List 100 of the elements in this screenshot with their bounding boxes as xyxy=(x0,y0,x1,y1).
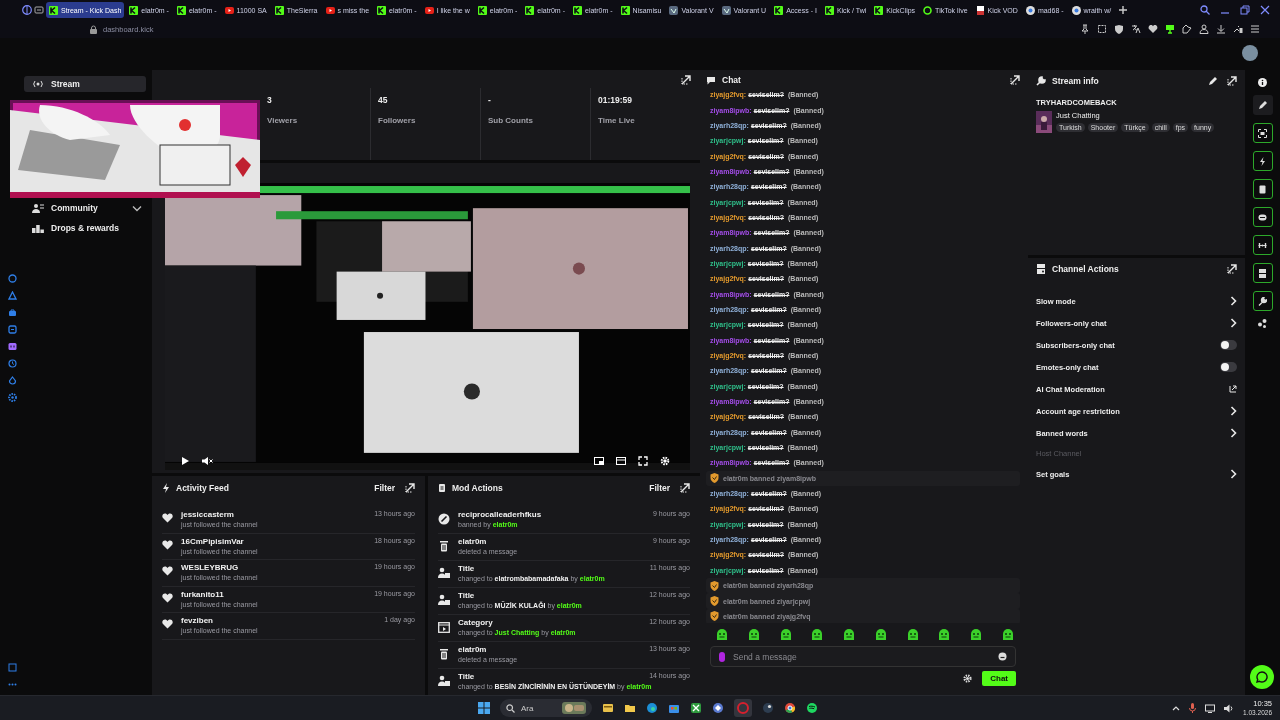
steam-icon[interactable] xyxy=(762,702,774,714)
game-icon[interactable] xyxy=(690,702,702,714)
puzzle-icon[interactable] xyxy=(1182,24,1192,34)
panel-toggle-button[interactable] xyxy=(1252,123,1273,143)
taskbar-app-button[interactable] xyxy=(734,699,752,717)
network-icon[interactable] xyxy=(1205,703,1216,713)
menu-icon[interactable] xyxy=(1250,24,1260,34)
emote-icon[interactable] xyxy=(874,629,887,641)
nav-item[interactable]: Community xyxy=(24,200,146,216)
kick-favicon-icon xyxy=(49,5,58,15)
panel-icon[interactable] xyxy=(7,663,17,672)
toggle-switch[interactable] xyxy=(1220,362,1237,372)
emote-icon[interactable] xyxy=(811,629,824,641)
filter-button[interactable]: Filter xyxy=(649,483,670,493)
mic-icon[interactable] xyxy=(719,651,725,662)
action-title: Title xyxy=(458,591,475,600)
new-tab-icon[interactable] xyxy=(1118,5,1129,15)
panel-title: Mod Actions xyxy=(452,483,503,493)
user-icon[interactable] xyxy=(1199,24,1209,34)
expand-icon[interactable] xyxy=(1227,264,1237,274)
panel-toggle-button[interactable] xyxy=(1252,291,1273,311)
store-icon[interactable] xyxy=(668,702,680,714)
close-icon[interactable] xyxy=(1260,5,1270,15)
expand-icon[interactable] xyxy=(1010,75,1020,85)
taskbar-search-field[interactable]: Ara xyxy=(500,699,592,717)
extension-icon[interactable] xyxy=(1165,24,1175,34)
bag-icon[interactable] xyxy=(7,308,17,317)
panel-toggle-button[interactable] xyxy=(1252,151,1273,171)
external-link-icon[interactable] xyxy=(1229,385,1237,393)
emote-icon[interactable] xyxy=(747,629,760,641)
music-icon[interactable] xyxy=(806,702,818,714)
chat-bubble-button[interactable] xyxy=(1250,665,1274,689)
panel-toggle-button[interactable] xyxy=(1252,179,1273,199)
filter-button[interactable]: Filter xyxy=(374,483,395,493)
user-card-icon xyxy=(438,594,450,606)
start-icon[interactable] xyxy=(478,702,490,714)
nav-item[interactable]: Drops & rewards xyxy=(24,220,146,236)
nav-item[interactable]: Stream xyxy=(24,76,146,92)
info-icon[interactable] xyxy=(1258,78,1267,87)
chat-bubble-icon xyxy=(1256,671,1268,683)
ring-icon[interactable] xyxy=(7,274,17,283)
emote-icon[interactable] xyxy=(970,629,983,641)
user-card-icon xyxy=(438,675,450,687)
expand-icon[interactable] xyxy=(405,483,415,493)
shield-icon[interactable] xyxy=(1114,24,1124,34)
expand-icon[interactable] xyxy=(680,483,690,493)
translate-icon[interactable] xyxy=(1131,24,1141,34)
profile-avatar[interactable] xyxy=(1242,45,1258,61)
fullscreen-icon[interactable] xyxy=(638,456,648,466)
mute-icon[interactable] xyxy=(202,456,213,466)
history-icon[interactable] xyxy=(7,359,17,368)
kick-favicon-icon xyxy=(176,5,186,15)
window-icon[interactable] xyxy=(7,325,17,334)
panel-toggle-button[interactable] xyxy=(1252,235,1273,255)
connection-icon xyxy=(1258,240,1267,250)
microphone-icon[interactable] xyxy=(1189,703,1197,713)
nodes-icon[interactable] xyxy=(1258,319,1267,328)
drop-icon[interactable] xyxy=(7,376,17,385)
chevron-up-icon[interactable] xyxy=(1172,705,1181,711)
emote-icon[interactable] xyxy=(779,629,792,641)
expand-icon[interactable] xyxy=(681,75,691,85)
crop-icon[interactable] xyxy=(1097,24,1107,34)
browser-icon[interactable] xyxy=(646,702,658,714)
pencil-button[interactable] xyxy=(1252,95,1273,115)
trash-icon xyxy=(438,648,450,660)
volume-icon[interactable] xyxy=(1224,703,1235,713)
panel-toggle-button[interactable] xyxy=(1252,207,1273,227)
emote-icon[interactable] xyxy=(716,629,728,641)
profile-icon[interactable] xyxy=(22,5,32,15)
folder-icon[interactable] xyxy=(624,702,636,714)
toggle-switch[interactable] xyxy=(1220,340,1237,350)
emote-icon[interactable] xyxy=(938,629,951,641)
panel-toggle-button[interactable] xyxy=(1252,263,1273,283)
expand-icon[interactable] xyxy=(1227,76,1237,86)
message-input-field[interactable]: Send a message xyxy=(710,646,1016,667)
follower-name: furkanito11 xyxy=(181,589,224,599)
emoji-icon[interactable] xyxy=(998,652,1007,661)
send-chat-button[interactable]: Chat xyxy=(982,671,1016,686)
download-icon[interactable] xyxy=(1216,24,1226,34)
widgets-icon[interactable] xyxy=(602,702,614,714)
ai-icon[interactable] xyxy=(1233,24,1243,34)
video-favicon-icon xyxy=(424,5,434,15)
chrome-icon[interactable] xyxy=(784,702,796,714)
emote-icon[interactable] xyxy=(906,629,919,641)
emote-icon[interactable] xyxy=(843,629,856,641)
pencil-icon[interactable] xyxy=(1208,76,1217,86)
tv-icon[interactable] xyxy=(7,342,17,351)
theater-icon[interactable] xyxy=(616,456,626,466)
emote-icon[interactable] xyxy=(1001,629,1014,641)
restore-icon[interactable] xyxy=(1240,5,1250,15)
pin-icon[interactable] xyxy=(1080,24,1090,34)
play-icon[interactable] xyxy=(181,456,190,466)
chevron-down-icon[interactable] xyxy=(132,204,142,212)
heart-icon[interactable] xyxy=(1148,24,1158,34)
tab-list-icon[interactable] xyxy=(34,5,44,15)
vpn-icon[interactable] xyxy=(712,702,724,714)
triangle-icon[interactable] xyxy=(7,291,17,300)
search-icon[interactable] xyxy=(1200,5,1210,15)
document-icon xyxy=(1258,184,1267,194)
picture-in-picture-icon[interactable] xyxy=(594,456,604,466)
